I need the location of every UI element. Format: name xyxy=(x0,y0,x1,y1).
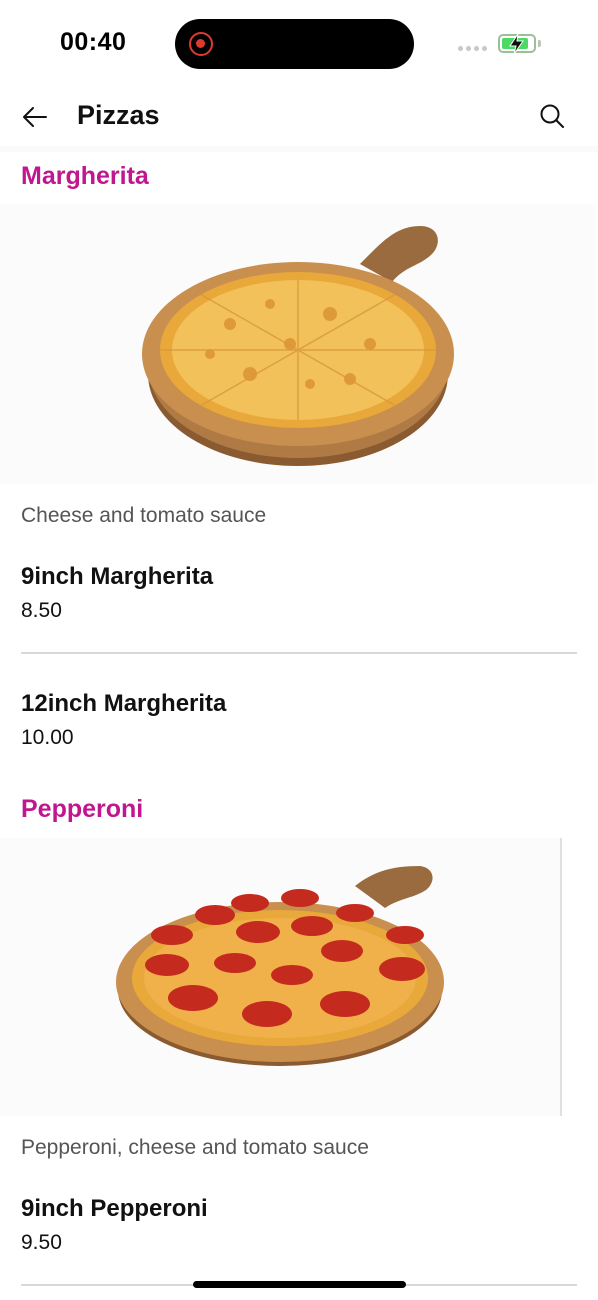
section-title-margherita: Margherita xyxy=(21,162,149,190)
margherita-pizza-image xyxy=(0,204,596,484)
dynamic-island xyxy=(175,19,414,69)
scroll-edge xyxy=(560,838,562,1116)
section-description-pepperoni: Pepperoni, cheese and tomato sauce xyxy=(21,1136,369,1159)
signal-dots-icon xyxy=(458,46,487,51)
menu-item-9inch-margherita[interactable]: 9inch Margherita 8.50 xyxy=(21,563,577,623)
item-name: 12inch Margherita xyxy=(21,690,227,717)
pepperoni-pizza-image xyxy=(0,838,560,1116)
arrow-left-icon[interactable] xyxy=(20,102,50,132)
section-title-pepperoni: Pepperoni xyxy=(21,795,144,823)
item-divider xyxy=(21,652,577,654)
section-description-margherita: Cheese and tomato sauce xyxy=(21,504,267,527)
search-icon[interactable] xyxy=(538,102,566,130)
app-header: Pizzas xyxy=(0,90,598,146)
item-price: 9.50 xyxy=(21,1231,62,1254)
screen-record-icon xyxy=(189,32,213,56)
menu-item-9inch-pepperoni[interactable]: 9inch Pepperoni 9.50 xyxy=(21,1195,577,1255)
charging-bolt-icon xyxy=(509,33,524,55)
page-title: Pizzas xyxy=(77,100,160,130)
item-name: 9inch Pepperoni xyxy=(21,1195,208,1222)
status-bar: 00:40 xyxy=(0,0,598,90)
item-price: 8.50 xyxy=(21,599,62,622)
home-indicator[interactable] xyxy=(193,1281,406,1288)
item-name: 9inch Margherita xyxy=(21,563,214,590)
header-shadow xyxy=(0,146,598,152)
item-price: 10.00 xyxy=(21,726,74,749)
status-time: 00:40 xyxy=(60,28,127,56)
menu-item-12inch-margherita[interactable]: 12inch Margherita 10.00 xyxy=(21,690,577,750)
